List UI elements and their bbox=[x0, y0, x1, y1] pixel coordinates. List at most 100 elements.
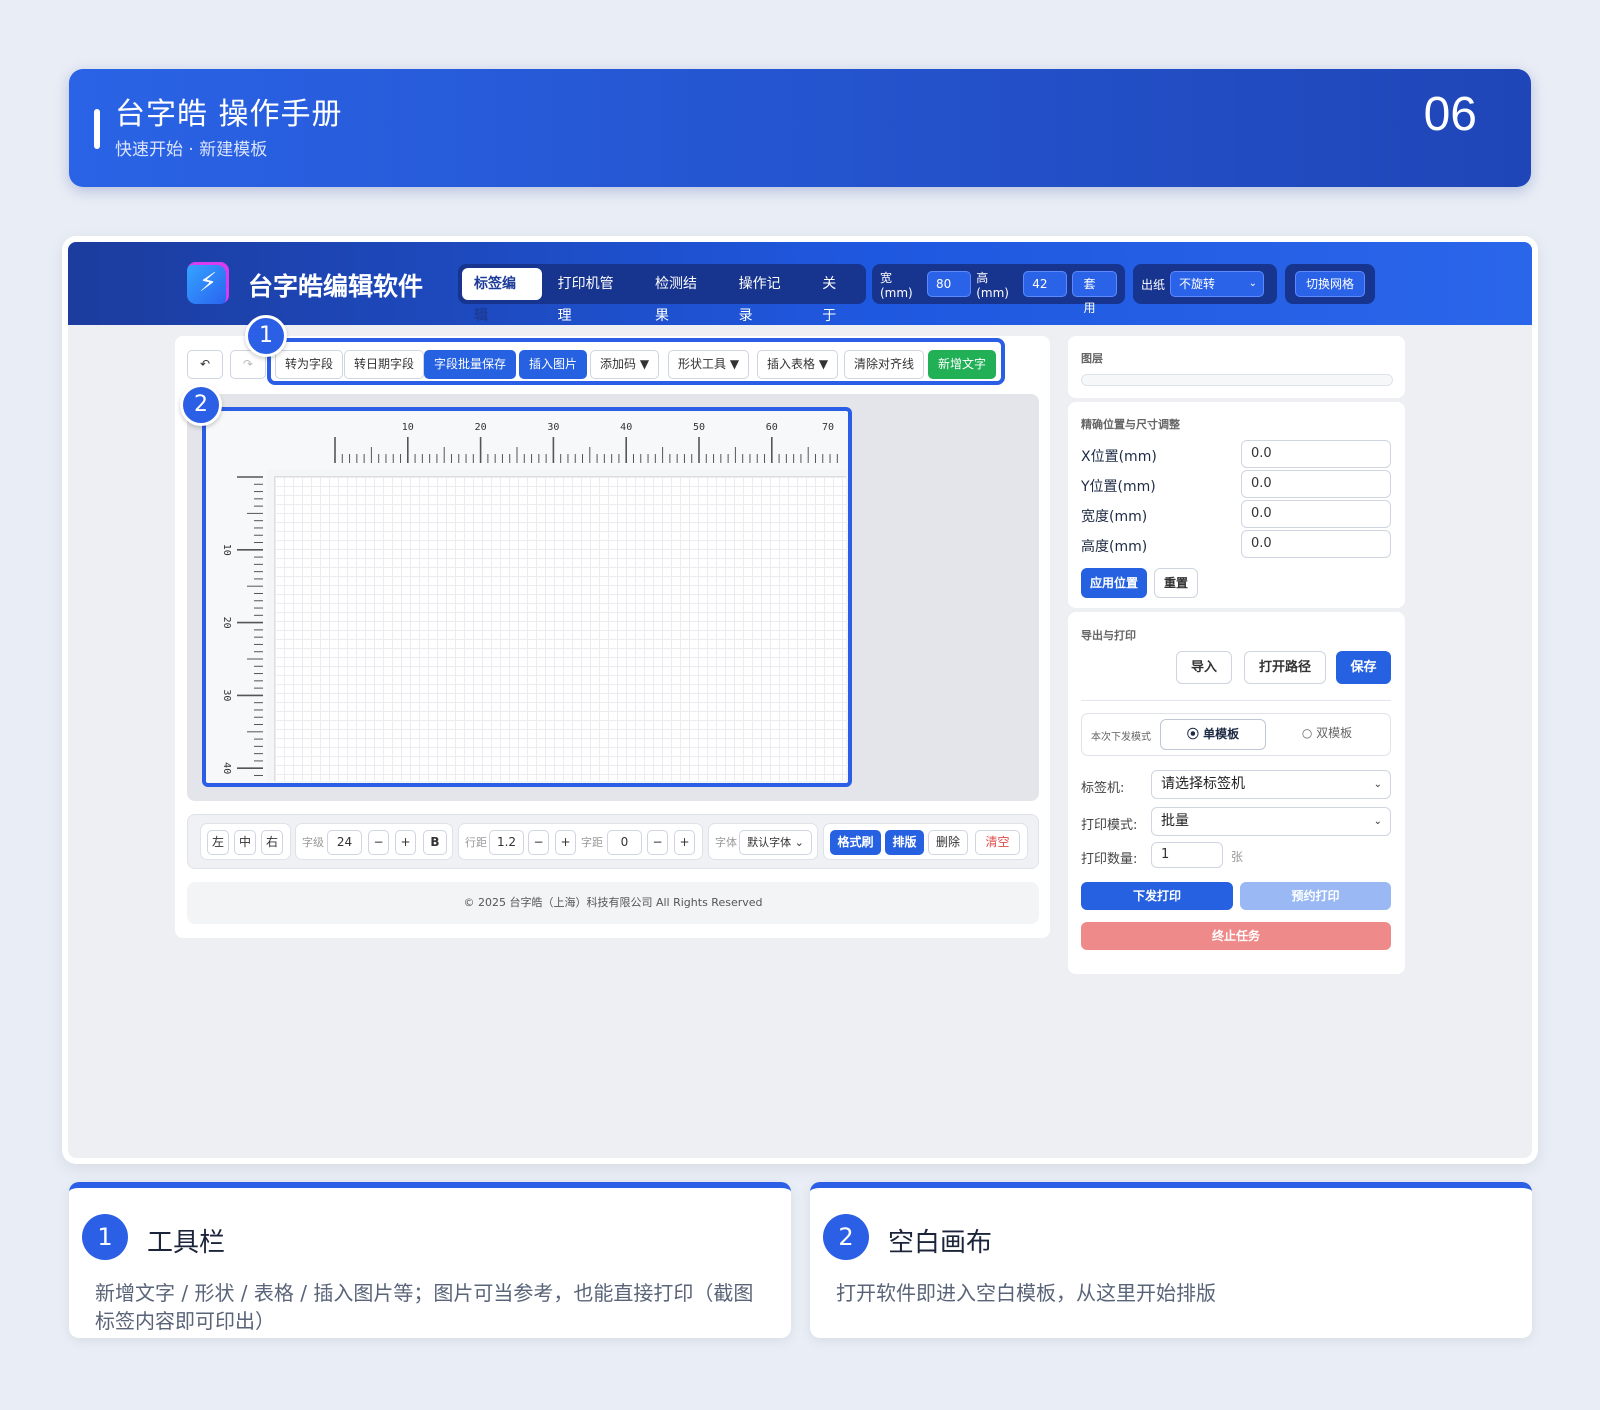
divider bbox=[1081, 700, 1391, 701]
format-bar: 左 中 右 字级 24 − + B 行距 1.2 − + 字距 0 − + 字体… bbox=[187, 814, 1039, 869]
lightning-logo-icon: ⚡ bbox=[187, 262, 229, 304]
callout-badge-1: 1 bbox=[245, 315, 287, 357]
font-size-plus-button[interactable]: + bbox=[395, 830, 416, 855]
height-input[interactable]: 42 bbox=[1023, 271, 1068, 297]
layers-panel: 图层 bbox=[1068, 336, 1405, 398]
grid-group: 切换网格 bbox=[1285, 264, 1375, 304]
schedule-print-button[interactable]: 预约打印 bbox=[1240, 882, 1391, 910]
tab-logs[interactable]: 操作记录 bbox=[727, 268, 807, 324]
save-button[interactable]: 保存 bbox=[1336, 651, 1391, 684]
ruler-label: 20 bbox=[475, 422, 487, 433]
delete-button[interactable]: 删除 bbox=[928, 830, 968, 855]
radio-checked-icon: ⦿ bbox=[1186, 727, 1199, 741]
letter-spacing-input[interactable]: 0 bbox=[607, 830, 642, 855]
stop-task-button[interactable]: 终止任务 bbox=[1081, 922, 1391, 950]
manual-title: 台字皓 操作手册 bbox=[115, 97, 343, 132]
x-position-input[interactable]: 0.0 bbox=[1241, 440, 1391, 468]
width-label: 宽(mm) bbox=[880, 270, 913, 300]
height-label: 高(mm) bbox=[976, 270, 1009, 300]
position-title: 精确位置与尺寸调整 bbox=[1081, 418, 1180, 431]
send-print-button[interactable]: 下发打印 bbox=[1081, 882, 1233, 910]
toolbar-highlight bbox=[267, 338, 1005, 385]
y-position-input[interactable]: 0.0 bbox=[1241, 470, 1391, 498]
quantity-input[interactable]: 1 bbox=[1151, 842, 1223, 868]
letter-spacing-label: 字距 bbox=[581, 836, 603, 849]
open-path-button[interactable]: 打开路径 bbox=[1244, 651, 1326, 684]
double-template-radio[interactable]: ○ 双模板 bbox=[1274, 719, 1380, 750]
apply-position-button[interactable]: 应用位置 bbox=[1081, 568, 1147, 598]
align-center-button[interactable]: 中 bbox=[234, 830, 256, 855]
app-title: 台字皓编辑软件 bbox=[248, 272, 424, 301]
ruler-label: 20 bbox=[221, 617, 232, 629]
tab-results[interactable]: 检测结果 bbox=[643, 268, 723, 324]
width-input[interactable]: 80 bbox=[926, 271, 972, 297]
single-template-radio[interactable]: ⦿ 单模板 bbox=[1160, 719, 1266, 750]
line-height-plus-button[interactable]: + bbox=[555, 830, 576, 855]
font-family-select[interactable]: 默认字体 ⌄ bbox=[739, 830, 812, 855]
line-height-minus-button[interactable]: − bbox=[528, 830, 549, 855]
font-family-group: 字体 默认字体 ⌄ bbox=[708, 823, 818, 860]
apply-size-button[interactable]: 套用 bbox=[1072, 271, 1117, 315]
card-title: 工具栏 bbox=[147, 1228, 226, 1258]
size-group: 宽(mm) 80 高(mm) 42 套用 bbox=[872, 264, 1125, 315]
reset-position-button[interactable]: 重置 bbox=[1154, 568, 1198, 598]
action-group: 格式刷 排版 删除 清空 bbox=[823, 823, 1028, 860]
ruler-label: 40 bbox=[221, 762, 232, 774]
layers-list[interactable] bbox=[1081, 374, 1393, 386]
blank-canvas[interactable] bbox=[274, 476, 846, 781]
printer-select[interactable]: 请选择标签机 ⌄ bbox=[1151, 770, 1391, 799]
export-print-panel: 导出与打印 导入 打开路径 保存 本次下发模式 ⦿ 单模板 ○ 双模板 标签机:… bbox=[1068, 612, 1405, 974]
tab-about[interactable]: 关于 bbox=[810, 268, 862, 324]
ruler-label: 30 bbox=[547, 422, 559, 433]
clear-button[interactable]: 清空 bbox=[975, 830, 1020, 855]
redo-icon: ↷ bbox=[242, 357, 254, 371]
align-right-button[interactable]: 右 bbox=[261, 830, 283, 855]
card-description: 打开软件即进入空白模板，从这里开始排版 bbox=[836, 1281, 1216, 1305]
ruler-label: 50 bbox=[693, 422, 705, 433]
tab-printer-manage[interactable]: 打印机管理 bbox=[546, 268, 639, 324]
spacing-group: 行距 1.2 − + 字距 0 − + bbox=[458, 823, 703, 860]
font-size-input[interactable]: 24 bbox=[327, 830, 362, 855]
align-left-button[interactable]: 左 bbox=[207, 830, 229, 855]
font-size-minus-button[interactable]: − bbox=[368, 830, 389, 855]
font-size-label: 字级 bbox=[302, 836, 324, 849]
letter-spacing-minus-button[interactable]: − bbox=[647, 830, 668, 855]
page-number: 06 bbox=[1423, 88, 1477, 141]
callout-badge-2: 2 bbox=[180, 384, 222, 426]
main-tabs: 标签编辑 打印机管理 检测结果 操作记录 关于 bbox=[458, 264, 866, 324]
horizontal-ruler: 10 20 30 40 50 60 70 bbox=[206, 412, 848, 469]
callout-card-canvas: 2 空白画布 打开软件即进入空白模板，从这里开始排版 bbox=[810, 1182, 1532, 1338]
format-painter-button[interactable]: 格式刷 bbox=[830, 830, 881, 855]
y-position-label: Y位置(mm) bbox=[1081, 479, 1156, 495]
layout-button[interactable]: 排版 bbox=[885, 830, 924, 855]
width-input[interactable]: 0.0 bbox=[1241, 500, 1391, 528]
ruler-label: 60 bbox=[766, 422, 778, 433]
bold-button[interactable]: B bbox=[423, 830, 447, 855]
app-screenshot: ⚡ 台字皓编辑软件 标签编辑 打印机管理 检测结果 操作记录 关于 宽(mm) … bbox=[62, 236, 1538, 1164]
line-height-input[interactable]: 1.2 bbox=[489, 830, 524, 855]
quantity-label: 打印数量: bbox=[1081, 852, 1138, 867]
line-height-label: 行距 bbox=[465, 836, 487, 849]
manual-header: 台字皓 操作手册 快速开始 · 新建模板 06 bbox=[69, 69, 1531, 187]
chevron-down-icon: ⌄ bbox=[794, 836, 804, 849]
ruler-label: 10 bbox=[402, 422, 414, 433]
print-mode-select[interactable]: 批量 ⌄ bbox=[1151, 807, 1391, 836]
tab-label-edit[interactable]: 标签编辑 bbox=[462, 268, 542, 324]
height-input[interactable]: 0.0 bbox=[1241, 530, 1391, 558]
paper-rotation-select[interactable]: 不旋转 ⌄ bbox=[1170, 271, 1265, 297]
card-title: 空白画布 bbox=[888, 1228, 993, 1258]
toggle-grid-button[interactable]: 切换网格 bbox=[1294, 271, 1365, 297]
dispatch-mode-label: 本次下发模式 bbox=[1091, 732, 1151, 743]
vertical-ruler: 10 20 30 40 bbox=[206, 469, 267, 782]
chevron-down-icon: ⌄ bbox=[1373, 816, 1382, 827]
letter-spacing-plus-button[interactable]: + bbox=[674, 830, 695, 855]
align-group: 左 中 右 bbox=[200, 823, 291, 860]
copyright-footer: © 2025 台字皓（上海）科技有限公司 All Rights Reserved bbox=[187, 882, 1039, 924]
card-number: 1 bbox=[82, 1214, 128, 1260]
import-button[interactable]: 导入 bbox=[1176, 651, 1232, 684]
export-title: 导出与打印 bbox=[1081, 629, 1136, 642]
font-size-group: 字级 24 − + B bbox=[295, 823, 453, 860]
dispatch-mode-group: 本次下发模式 ⦿ 单模板 ○ 双模板 bbox=[1081, 713, 1391, 756]
undo-button[interactable]: ↶ bbox=[187, 350, 223, 379]
callout-card-toolbar: 1 工具栏 新增文字 / 形状 / 表格 / 插入图片等；图片可当参考，也能直接… bbox=[69, 1182, 791, 1338]
